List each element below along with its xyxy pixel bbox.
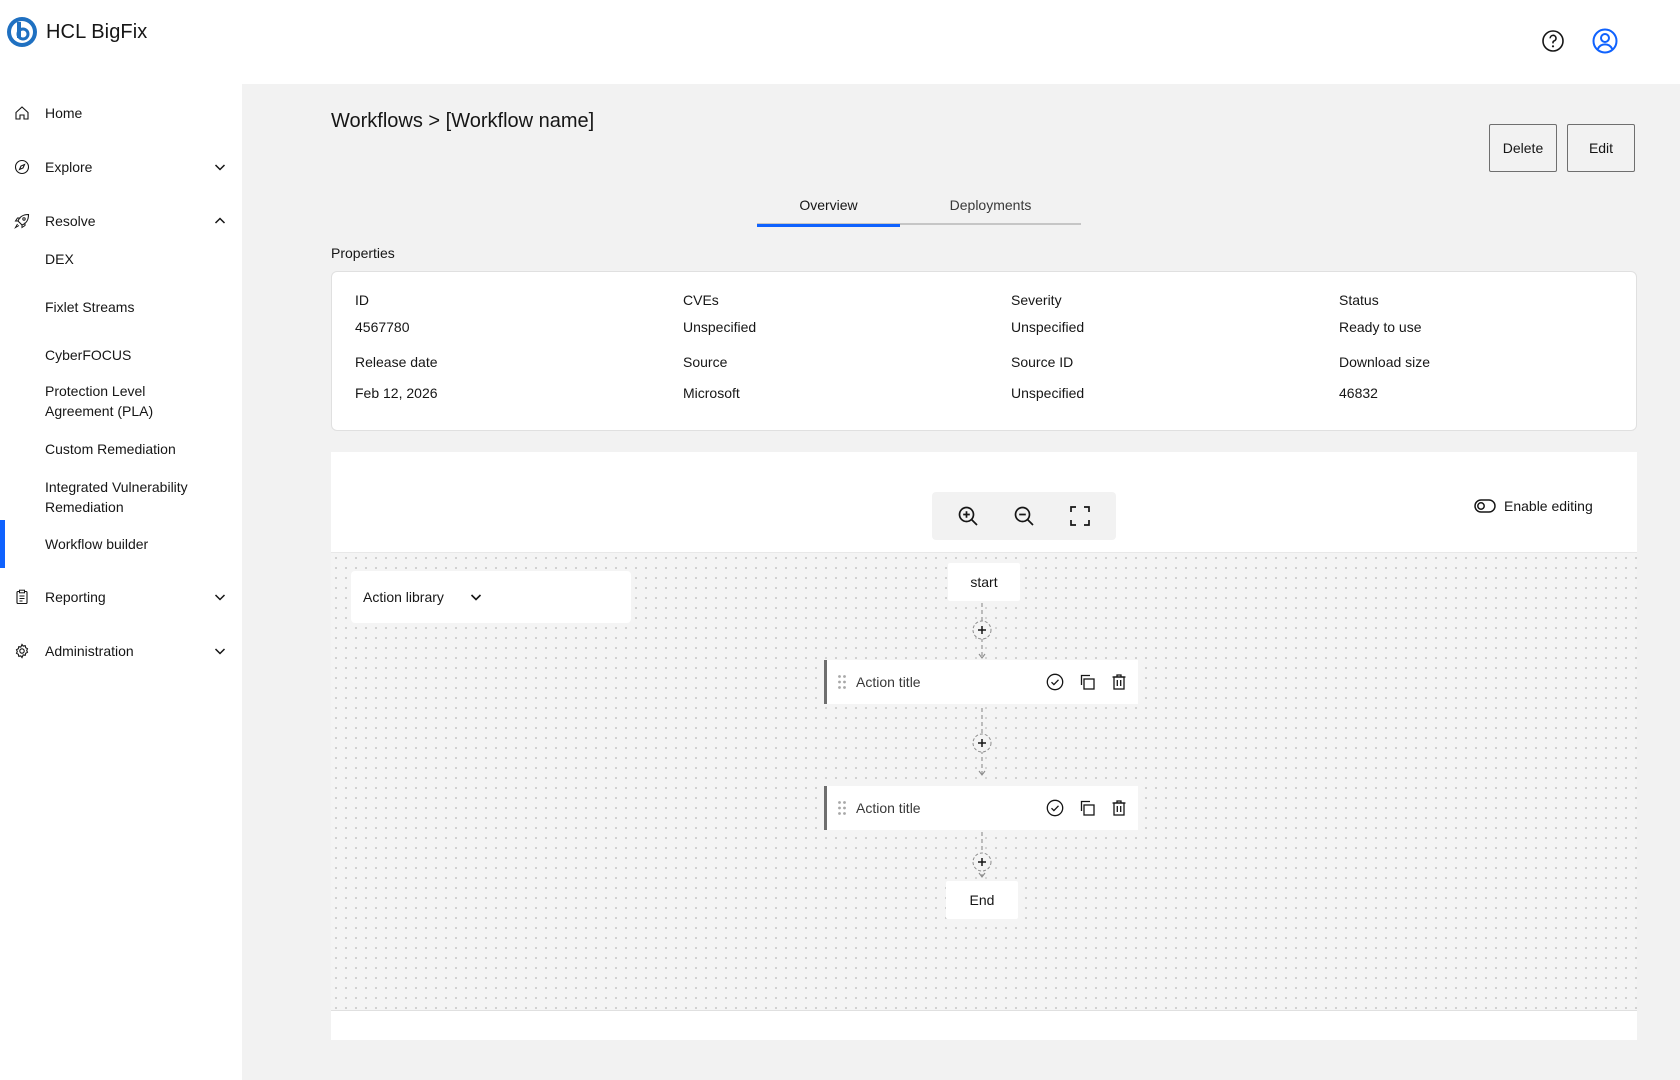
property-value: Unspecified — [1011, 385, 1085, 401]
help-icon[interactable] — [1540, 28, 1566, 54]
sidebar-item-resolve[interactable]: Resolve — [0, 201, 242, 241]
add-step-icon[interactable] — [972, 852, 992, 872]
chevron-down-icon — [214, 164, 226, 171]
properties-heading: Properties — [331, 245, 395, 261]
action-library-label: Action library — [363, 589, 444, 605]
sidebar-subitem-cyberfocus[interactable]: CyberFOCUS — [0, 343, 242, 367]
action-node[interactable]: Action title — [824, 660, 1138, 704]
spacer-band — [331, 452, 1637, 482]
sidebar-item-label: Explore — [45, 159, 93, 175]
property-label: Download size — [1339, 354, 1431, 370]
property-label: Status — [1339, 292, 1379, 308]
clipboard-icon — [16, 589, 28, 605]
property-value: Ready to use — [1339, 319, 1422, 335]
sidebar-item-label: Reporting — [45, 589, 106, 605]
zoom-out-icon[interactable] — [1012, 504, 1036, 528]
sidebar-item-explore[interactable]: Explore — [0, 147, 242, 187]
property-label: CVEs — [683, 292, 719, 308]
action-title: Action title — [856, 674, 921, 690]
sidebar-subitem-ivr[interactable]: Integrated Vulnerability Remediation — [0, 475, 242, 519]
sidebar-subitem-label: DEX — [45, 251, 74, 267]
sidebar-subitem-fixlet-streams[interactable]: Fixlet Streams — [0, 295, 242, 319]
sidebar-subitem-label: Integrated Vulnerability — [45, 479, 188, 495]
rocket-icon — [14, 213, 30, 229]
sidebar: Home Explore Resolve DEX Fixlet Streams … — [0, 84, 242, 1080]
add-step-icon[interactable] — [972, 620, 992, 640]
chevron-up-icon — [214, 217, 226, 224]
fit-to-screen-icon[interactable] — [1068, 504, 1092, 528]
sidebar-subitem-custom-remediation[interactable]: Custom Remediation — [0, 437, 242, 461]
property-label: ID — [355, 292, 369, 308]
sidebar-subitem-workflow-builder[interactable]: Workflow builder — [0, 520, 242, 568]
app-header: HCL BigFix — [0, 0, 1680, 84]
action-library-dropdown[interactable]: Action library — [351, 571, 631, 623]
end-node[interactable]: End — [946, 881, 1018, 919]
brand[interactable]: HCL BigFix — [6, 16, 147, 48]
sidebar-item-administration[interactable]: Administration — [0, 631, 242, 671]
sidebar-subitem-label: Fixlet Streams — [45, 299, 135, 315]
property-value: Unspecified — [1011, 319, 1085, 335]
gear-icon — [15, 643, 29, 659]
sidebar-subitem-dex[interactable]: DEX — [0, 247, 242, 271]
checkmark-circle-icon[interactable] — [1046, 673, 1064, 691]
drag-handle-icon[interactable] — [837, 674, 847, 690]
action-title: Action title — [856, 800, 921, 816]
property-value: 4567780 — [355, 319, 410, 335]
sidebar-subitem-label: Protection Level — [45, 383, 146, 399]
sidebar-item-label: Administration — [45, 643, 134, 659]
start-node[interactable]: start — [948, 563, 1020, 601]
chevron-down-icon — [214, 648, 226, 655]
property-label: Source ID — [1011, 354, 1074, 370]
sidebar-subitem-label-line2: Agreement (PLA) — [45, 403, 154, 419]
property-value: Microsoft — [683, 385, 740, 401]
tab-deployments[interactable]: Deployments — [900, 197, 1081, 225]
properties-card: ID 4567780 CVEs Unspecified Severity Uns… — [331, 271, 1637, 431]
sidebar-item-label: Home — [45, 105, 83, 121]
sidebar-subitem-label: Workflow builder — [45, 536, 149, 552]
property-label: Source — [683, 354, 728, 370]
sidebar-item-reporting[interactable]: Reporting — [0, 577, 242, 617]
property-label: Severity — [1011, 292, 1062, 308]
sidebar-subitem-label: CyberFOCUS — [45, 347, 132, 363]
bigfix-logo-icon — [7, 17, 37, 47]
sidebar-subitem-label-line2: Remediation — [45, 499, 124, 515]
delete-button[interactable]: Delete — [1489, 124, 1557, 172]
enable-editing-toggle[interactable]: Enable editing — [1474, 498, 1593, 514]
sidebar-item-label: Resolve — [45, 213, 96, 229]
edit-button[interactable]: Edit — [1567, 124, 1635, 172]
workflow-canvas[interactable]: Action library start Action title Action… — [331, 552, 1637, 1010]
copy-icon[interactable] — [1078, 673, 1096, 691]
page-title: Workflows > [Workflow name] — [331, 110, 595, 132]
zoom-toolbar — [932, 492, 1116, 540]
sidebar-item-home[interactable]: Home — [0, 93, 242, 133]
sidebar-subitem-label: Custom Remediation — [45, 441, 176, 457]
home-icon — [15, 106, 29, 120]
zoom-in-icon[interactable] — [956, 504, 980, 528]
compass-icon — [14, 159, 30, 175]
property-value: Feb 12, 2026 — [355, 385, 438, 401]
chevron-down-icon — [470, 594, 481, 601]
action-node[interactable]: Action title — [824, 786, 1138, 830]
sidebar-subitem-pla[interactable]: Protection Level Agreement (PLA) — [0, 379, 242, 423]
property-value: 46832 — [1339, 385, 1378, 401]
tab-list: Overview Deployments — [757, 197, 1081, 227]
checkmark-circle-icon[interactable] — [1046, 799, 1064, 817]
workflow-panel: Enable editing Action library start Acti… — [331, 482, 1637, 1010]
user-icon[interactable] — [1592, 28, 1618, 54]
trash-icon[interactable] — [1110, 799, 1128, 817]
property-value: Unspecified — [683, 319, 757, 335]
trash-icon[interactable] — [1110, 673, 1128, 691]
add-step-icon[interactable] — [972, 733, 992, 753]
brand-name: HCL BigFix — [46, 20, 148, 43]
property-label: Release date — [355, 354, 438, 370]
tab-overview[interactable]: Overview — [757, 197, 900, 227]
copy-icon[interactable] — [1078, 799, 1096, 817]
enable-editing-label: Enable editing — [1504, 498, 1593, 514]
chevron-down-icon — [214, 594, 226, 601]
panel-footer — [331, 1010, 1637, 1040]
toggle-icon — [1474, 499, 1496, 513]
drag-handle-icon[interactable] — [837, 800, 847, 816]
